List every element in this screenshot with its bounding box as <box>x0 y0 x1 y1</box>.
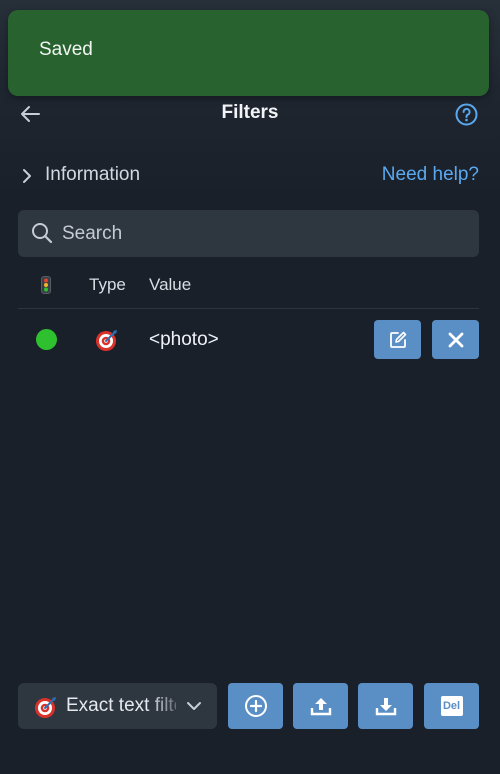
target-dart-icon <box>35 697 56 718</box>
delete-label: Del <box>440 696 463 716</box>
information-section: Information Need help? <box>0 160 500 192</box>
saved-toast: Saved <box>8 10 489 96</box>
column-header-value: Value <box>149 275 192 294</box>
search-input[interactable] <box>62 210 462 257</box>
edit-filter-button[interactable] <box>374 320 421 359</box>
edit-icon <box>389 331 406 348</box>
status-indicator-enabled[interactable] <box>36 329 57 350</box>
label-fade <box>148 683 188 729</box>
delete-all-button[interactable]: Del <box>424 683 479 729</box>
footer-toolbar: Exact text filter Del <box>0 682 500 730</box>
chevron-right-icon[interactable] <box>20 168 34 184</box>
download-icon <box>375 698 396 716</box>
remove-filter-button[interactable] <box>432 320 479 359</box>
toast-message: Saved <box>39 39 93 60</box>
upload-icon <box>310 698 331 716</box>
close-icon <box>448 332 463 347</box>
filter-type-select[interactable]: Exact text filter <box>18 683 217 729</box>
target-dart-icon <box>96 330 117 351</box>
search-icon <box>32 223 53 244</box>
panel-header: Filters <box>0 96 500 132</box>
add-filter-button[interactable] <box>228 683 283 729</box>
chevron-down-icon <box>187 702 201 710</box>
column-header-type: Type <box>89 275 126 294</box>
export-button[interactable] <box>358 683 413 729</box>
filter-value: <photo> <box>149 329 219 350</box>
table-header: Type Value <box>18 270 479 309</box>
information-toggle[interactable]: Information <box>45 164 140 186</box>
question-circle-icon[interactable] <box>455 103 478 126</box>
need-help-link[interactable]: Need help? <box>382 164 479 186</box>
search-box <box>18 210 479 257</box>
import-button[interactable] <box>293 683 348 729</box>
table-row: <photo> <box>18 314 479 366</box>
page-title: Filters <box>221 102 279 123</box>
traffic-light-icon <box>41 276 51 294</box>
plus-circle-icon <box>244 695 267 717</box>
filters-panel: Saved Filters Information Need help? Sea… <box>0 0 500 774</box>
